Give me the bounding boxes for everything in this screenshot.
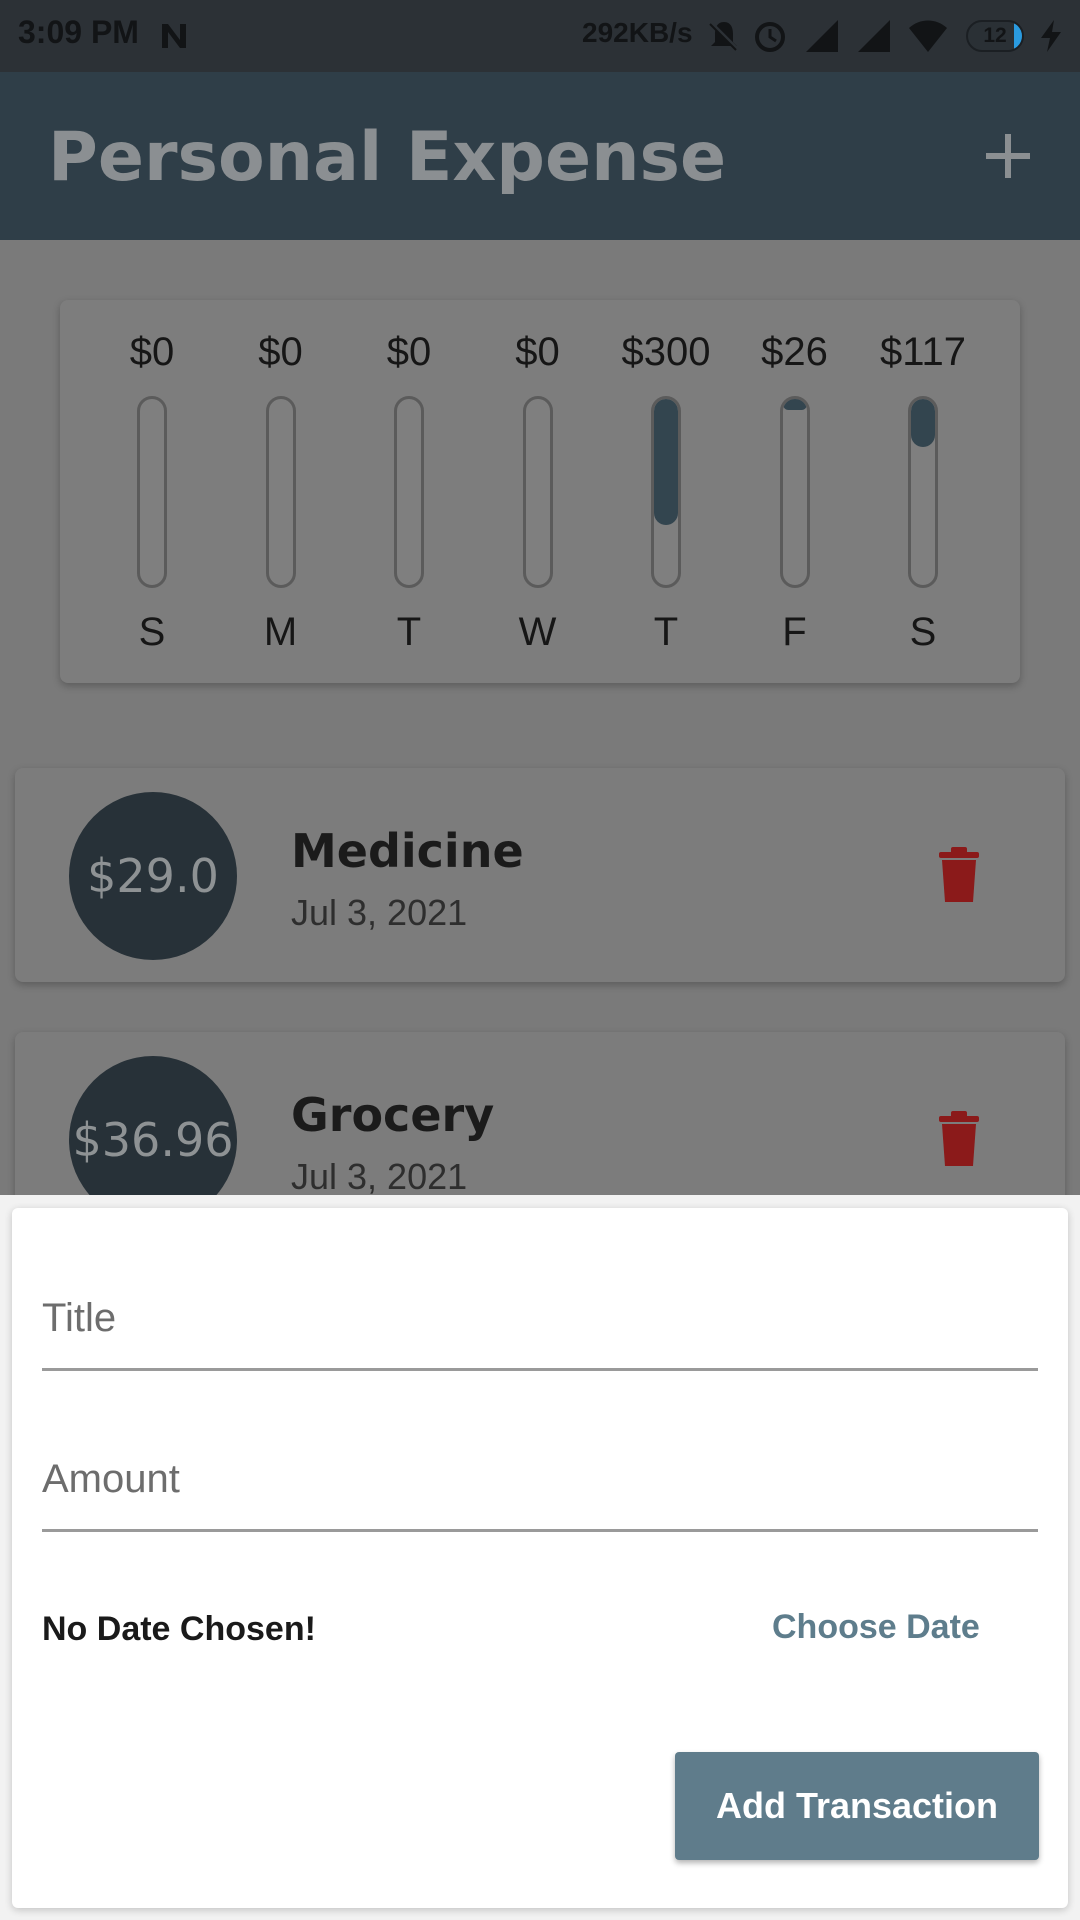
content-area: $0 S $0 M $0 T $0 W $300 T $26 F $117 S $29.0 Medicin… [0, 240, 1080, 1195]
bar-fill [782, 399, 807, 410]
chart-bar-column: $0 W [483, 300, 593, 683]
amount-badge: $36.96 [69, 1056, 237, 1195]
bar-fill [911, 399, 935, 447]
weekly-chart: $0 S $0 M $0 T $0 W $300 T $26 F $117 S [60, 300, 1020, 683]
battery-icon: 12 [966, 20, 1024, 52]
bar-value-label: $0 [129, 330, 175, 374]
bar-track [522, 396, 553, 588]
bar-track [137, 396, 167, 588]
transaction-card: $36.96 Grocery Jul 3, 2021 [15, 1032, 1065, 1195]
bar-value-label: $117 [879, 330, 966, 374]
bar-value-label: $0 [258, 330, 303, 374]
chart-bar-column: $117 S [868, 300, 978, 683]
wifi-icon [909, 20, 947, 52]
signal-icon [858, 20, 890, 52]
bar-day-label: S [138, 610, 166, 654]
title-field[interactable] [42, 1296, 1038, 1371]
transaction-title: Medicine [291, 824, 524, 878]
bar-day-label: F [782, 610, 807, 654]
plus-icon[interactable] [984, 132, 1032, 180]
mute-icon [708, 20, 740, 52]
amount-field[interactable] [42, 1457, 1038, 1532]
transaction-card: $29.0 Medicine Jul 3, 2021 [15, 768, 1065, 982]
page-title: Personal Expense [48, 118, 727, 197]
transaction-title: Grocery [291, 1088, 495, 1142]
amount-badge: $29.0 [69, 792, 237, 960]
battery-level: 12 [983, 24, 1007, 47]
bar-value-label: $300 [621, 330, 711, 374]
chart-bar-column: $0 M [226, 300, 336, 683]
bar-value-label: $26 [761, 330, 828, 374]
amount-input[interactable] [42, 1457, 1038, 1502]
status-time: 3:09 PM [18, 14, 139, 50]
bar-day-label: M [263, 610, 298, 654]
delete-icon[interactable] [935, 846, 983, 904]
bar-value-label: $0 [386, 330, 432, 374]
alarm-icon [755, 22, 785, 52]
choose-date-button[interactable]: Choose Date [772, 1608, 980, 1647]
bar-day-label: W [518, 610, 557, 654]
signal-icon [806, 20, 838, 52]
n-notification-icon [162, 24, 186, 48]
bar-track [908, 396, 938, 588]
bar-day-label: T [396, 610, 422, 654]
bar-track [779, 396, 810, 588]
bar-day-label: S [909, 610, 937, 654]
bar-track [265, 396, 296, 588]
charging-icon [1041, 20, 1061, 52]
chart-bar-column: $0 T [354, 300, 464, 683]
title-input[interactable] [42, 1296, 1038, 1341]
bar-day-label: T [653, 610, 679, 654]
date-status: No Date Chosen! [42, 1610, 316, 1648]
bar-track [651, 396, 681, 588]
bar-track [394, 396, 424, 588]
bar-fill [654, 399, 678, 525]
transaction-date: Jul 3, 2021 [291, 1156, 468, 1195]
add-transaction-button[interactable]: Add Transaction [675, 1752, 1039, 1860]
transaction-date: Jul 3, 2021 [291, 892, 468, 933]
chart-bar-column: $26 F [740, 300, 850, 683]
delete-icon[interactable] [935, 1110, 983, 1168]
chart-bar-column: $300 T [611, 300, 721, 683]
new-transaction-sheet: No Date Chosen! Choose Date Add Transact… [12, 1208, 1068, 1908]
network-speed: 292KB/s [582, 17, 693, 48]
status-bar: 3:09 PM 292KB/s 12 [0, 0, 1080, 72]
chart-bar-column: $0 S [97, 300, 207, 683]
bar-value-label: $0 [515, 330, 560, 374]
